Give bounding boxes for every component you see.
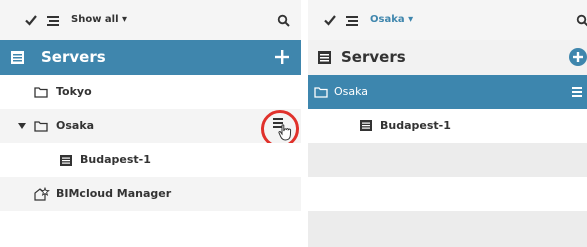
list-filter-icon[interactable] (346, 16, 358, 26)
folder-icon (34, 121, 48, 132)
checkmark-icon[interactable] (323, 13, 337, 27)
filter-dropdown[interactable]: Osaka ▾ (370, 13, 413, 27)
server-icon (360, 120, 372, 131)
add-server-button[interactable] (275, 50, 289, 64)
tree-item-budapest-1[interactable]: Budapest-1 (0, 143, 301, 177)
right-toolbar: Osaka ▾ (308, 0, 587, 40)
empty-row (308, 143, 587, 177)
server-icon (60, 155, 72, 166)
empty-row (0, 211, 301, 247)
bimcloud-manager-icon (34, 187, 50, 201)
left-toolbar: Show all ▾ (0, 0, 301, 40)
tree-item-osaka[interactable]: Osaka (308, 75, 587, 109)
screenshot-root: Show all ▾ Servers Tokyo Osaka Budapest-… (0, 0, 587, 247)
folder-icon (34, 87, 48, 98)
hand-cursor-icon (278, 124, 292, 141)
tree-item-label: BIMcloud Manager (56, 187, 172, 200)
tree-item-osaka[interactable]: Osaka (0, 109, 301, 143)
servers-header: Servers (0, 40, 301, 75)
server-icon (318, 51, 331, 64)
tree-item-label: Osaka (334, 85, 369, 98)
tree-item-label: Osaka (56, 119, 95, 132)
checkmark-icon[interactable] (24, 13, 38, 27)
empty-row (308, 177, 587, 211)
servers-title: Servers (41, 48, 106, 66)
server-icon (11, 51, 24, 64)
empty-row (308, 211, 587, 247)
tree-item-label: Budapest-1 (80, 153, 151, 166)
tree-item-budapest-1[interactable]: Budapest-1 (308, 109, 587, 143)
tree-item-label: Tokyo (56, 85, 92, 98)
left-panel: Show all ▾ Servers Tokyo Osaka Budapest-… (0, 0, 301, 247)
servers-header: Servers (308, 40, 587, 75)
add-server-button[interactable] (569, 48, 587, 66)
tree-item-label: Budapest-1 (380, 119, 451, 132)
servers-title: Servers (341, 48, 406, 66)
search-icon[interactable] (576, 14, 587, 27)
right-panel: Osaka ▾ Servers Osaka Budapest-1 (308, 0, 587, 247)
tree-item-tokyo[interactable]: Tokyo (0, 75, 301, 109)
search-icon[interactable] (277, 14, 290, 27)
filter-dropdown[interactable]: Show all ▾ (71, 13, 127, 27)
tree-item-bimcloud-manager[interactable]: BIMcloud Manager (0, 177, 301, 211)
folder-icon (314, 87, 328, 98)
list-filter-icon[interactable] (47, 16, 59, 26)
row-menu-icon[interactable] (572, 87, 584, 97)
chevron-down-icon[interactable] (18, 123, 26, 129)
